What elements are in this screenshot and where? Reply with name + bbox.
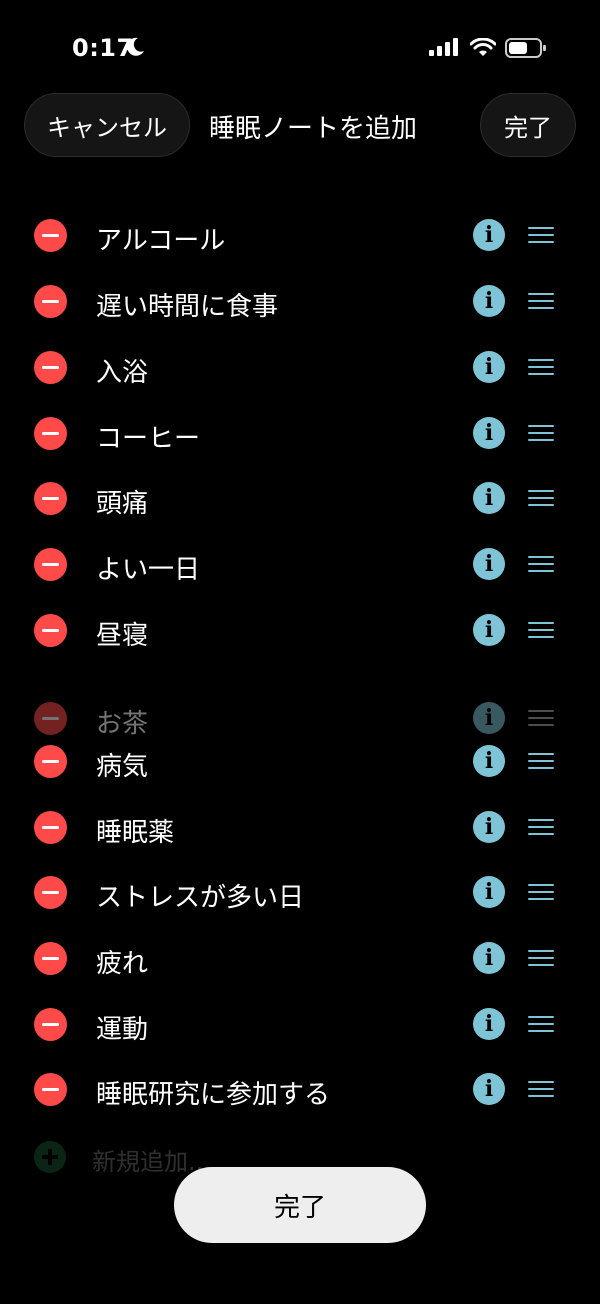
status-bar: 0:17 [0,30,600,70]
info-icon[interactable]: i [473,548,505,580]
item-label: 睡眠研究に参加する [96,1080,331,1110]
item-label: お茶 [96,709,149,739]
reorder-handle-icon[interactable] [528,884,554,900]
list-item: 遅い時間に食事 i [0,276,600,326]
reorder-handle-icon[interactable] [528,359,554,375]
list-item: 睡眠薬 i [0,802,600,852]
battery-icon [505,38,546,58]
info-icon[interactable]: i [473,614,505,646]
item-label: 頭痛 [96,489,149,519]
remove-icon[interactable] [34,614,67,647]
list-item: 病気 i [0,736,600,786]
item-label: 睡眠薬 [96,818,175,848]
item-label: 入浴 [96,358,149,388]
info-icon[interactable]: i [473,482,505,514]
info-icon[interactable]: i [473,1008,505,1040]
list-item-dragging[interactable]: お茶 i [0,693,600,743]
remove-icon[interactable] [34,219,67,252]
reorder-handle-icon[interactable] [528,622,554,638]
remove-icon[interactable] [34,876,67,909]
done-button-top[interactable]: 完了 [480,93,576,157]
moon-icon [127,37,144,56]
remove-icon[interactable] [34,417,67,450]
reorder-handle-icon[interactable] [528,556,554,572]
reorder-handle-icon[interactable] [528,1016,554,1032]
list-item: 睡眠研究に参加する i [0,1064,600,1114]
info-icon[interactable]: i [473,219,505,251]
remove-icon[interactable] [34,1008,67,1041]
item-label: 病気 [96,752,149,782]
add-icon[interactable] [34,1141,66,1173]
info-icon[interactable]: i [473,745,505,777]
reorder-handle-icon[interactable] [528,819,554,835]
list-item: アルコール i [0,210,600,260]
reorder-handle-icon[interactable] [528,710,554,726]
list-item: ストレスが多い日 i [0,867,600,917]
item-label: よい一日 [96,555,201,585]
remove-icon[interactable] [34,745,67,778]
item-label: 遅い時間に食事 [96,292,279,322]
page-title: 睡眠ノートを追加 [209,114,418,144]
remove-icon[interactable] [34,1073,67,1106]
remove-icon[interactable] [34,548,67,581]
info-icon[interactable]: i [473,351,505,383]
reorder-handle-icon[interactable] [528,753,554,769]
list-item: 入浴 i [0,342,600,392]
item-label: コーヒー [96,424,201,454]
info-icon[interactable]: i [473,285,505,317]
reorder-handle-icon[interactable] [528,425,554,441]
item-label: 運動 [96,1015,149,1045]
reorder-handle-icon[interactable] [528,490,554,506]
info-icon[interactable]: i [473,417,505,449]
cellular-signal-icon [429,38,458,56]
info-icon[interactable]: i [473,702,505,734]
list-item: 運動 i [0,999,600,1049]
done-button-bottom[interactable]: 完了 [174,1167,426,1243]
remove-icon[interactable] [34,702,67,735]
item-label: 疲れ [96,949,149,979]
reorder-handle-icon[interactable] [528,293,554,309]
reorder-handle-icon[interactable] [528,1081,554,1097]
info-icon[interactable]: i [473,876,505,908]
item-label: ストレスが多い日 [96,883,305,913]
info-icon[interactable]: i [473,942,505,974]
list-item: 疲れ i [0,933,600,983]
item-label: 昼寝 [96,621,149,651]
cancel-button[interactable]: キャンセル [24,93,190,157]
list-item: 頭痛 i [0,473,600,523]
item-label: アルコール [96,226,226,256]
remove-icon[interactable] [34,811,67,844]
list-item: 昼寝 i [0,605,600,655]
info-icon[interactable]: i [473,811,505,843]
list-item: よい一日 i [0,539,600,589]
remove-icon[interactable] [34,942,67,975]
reorder-handle-icon[interactable] [528,227,554,243]
reorder-handle-icon[interactable] [528,950,554,966]
remove-icon[interactable] [34,351,67,384]
remove-icon[interactable] [34,482,67,515]
remove-icon[interactable] [34,285,67,318]
wifi-icon [470,38,496,56]
info-icon[interactable]: i [473,1073,505,1105]
list-item: コーヒー i [0,408,600,458]
